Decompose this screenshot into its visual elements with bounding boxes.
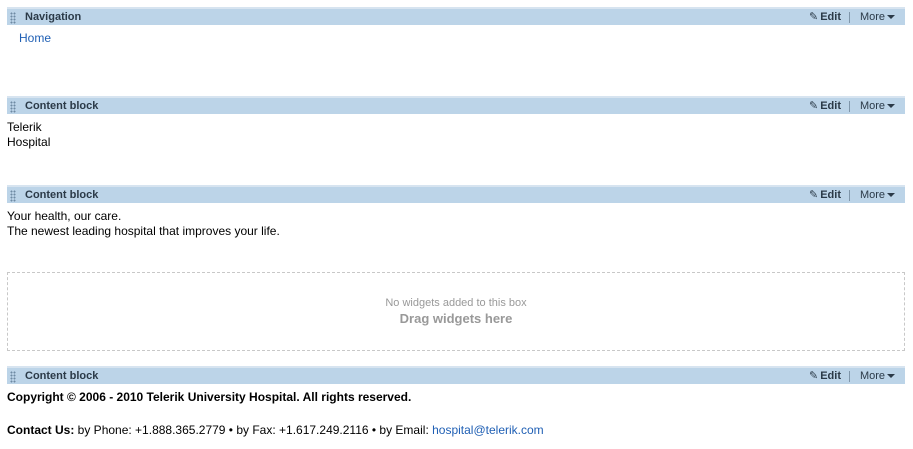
grip-handle-icon[interactable] (10, 12, 16, 24)
navigation-widget-header[interactable]: Navigation ✎ Edit More (7, 7, 905, 25)
caret-down-icon (887, 374, 895, 379)
grip-handle-icon[interactable] (10, 190, 16, 202)
more-label: More (859, 189, 885, 201)
more-menu-button[interactable]: More (860, 188, 895, 202)
divider (849, 101, 850, 112)
caret-down-icon (887, 15, 895, 20)
more-label: More (859, 100, 885, 112)
pencil-icon: ✎ (809, 100, 819, 112)
contact-label: Contact Us: (7, 423, 75, 437)
divider (849, 190, 850, 201)
pencil-icon: ✎ (809, 189, 819, 201)
more-menu-button[interactable]: More (860, 369, 895, 383)
contact-line: Contact Us: by Phone: +1.888.365.2779 • … (7, 423, 544, 438)
caret-down-icon (887, 104, 895, 109)
page: Navigation ✎ Edit More Home Content block… (0, 0, 913, 449)
content-block-header[interactable]: Content block ✎ Edit More (7, 366, 905, 384)
edit-label: Edit (820, 100, 841, 112)
content-line: Hospital (7, 135, 51, 149)
drop-zone-hint: No widgets added to this box (385, 297, 527, 309)
content-block-header[interactable]: Content block ✎ Edit More (7, 96, 905, 114)
divider (849, 12, 850, 23)
content-block-body: Your health, our care. The newest leadin… (7, 209, 280, 239)
edit-label: Edit (820, 11, 841, 23)
widget-drop-zone[interactable]: No widgets added to this box Drag widget… (7, 272, 905, 351)
divider (849, 371, 850, 382)
contact-details: by Phone: +1.888.365.2779 • by Fax: +1.6… (74, 423, 433, 437)
more-menu-button[interactable]: More (860, 10, 895, 24)
grip-handle-icon[interactable] (10, 371, 16, 383)
edit-button[interactable]: ✎ Edit (809, 99, 841, 113)
more-label: More (859, 11, 885, 23)
content-line: Your health, our care. (7, 209, 122, 223)
pencil-icon: ✎ (809, 370, 819, 382)
content-block-body: Telerik Hospital (7, 120, 50, 150)
drop-zone-label: Drag widgets here (399, 311, 513, 326)
email-link[interactable]: hospital@telerik.com (432, 423, 544, 437)
edit-button[interactable]: ✎ Edit (809, 10, 841, 24)
widget-title: Content block (25, 370, 99, 382)
nav-link-home[interactable]: Home (19, 31, 51, 45)
edit-button[interactable]: ✎ Edit (809, 188, 841, 202)
widget-title: Navigation (25, 11, 82, 23)
caret-down-icon (887, 193, 895, 198)
grip-handle-icon[interactable] (10, 101, 16, 113)
widget-title: Content block (25, 100, 99, 112)
content-line: The newest leading hospital that improve… (7, 224, 280, 238)
widget-title: Content block (25, 189, 99, 201)
more-label: More (859, 370, 885, 382)
content-line: Telerik (7, 120, 42, 134)
copyright-text: Copyright © 2006 - 2010 Telerik Universi… (7, 390, 412, 404)
edit-label: Edit (820, 189, 841, 201)
navigation-links: Home (19, 31, 51, 46)
edit-button[interactable]: ✎ Edit (809, 369, 841, 383)
pencil-icon: ✎ (809, 11, 819, 23)
content-block-header[interactable]: Content block ✎ Edit More (7, 185, 905, 203)
more-menu-button[interactable]: More (860, 99, 895, 113)
edit-label: Edit (820, 370, 841, 382)
